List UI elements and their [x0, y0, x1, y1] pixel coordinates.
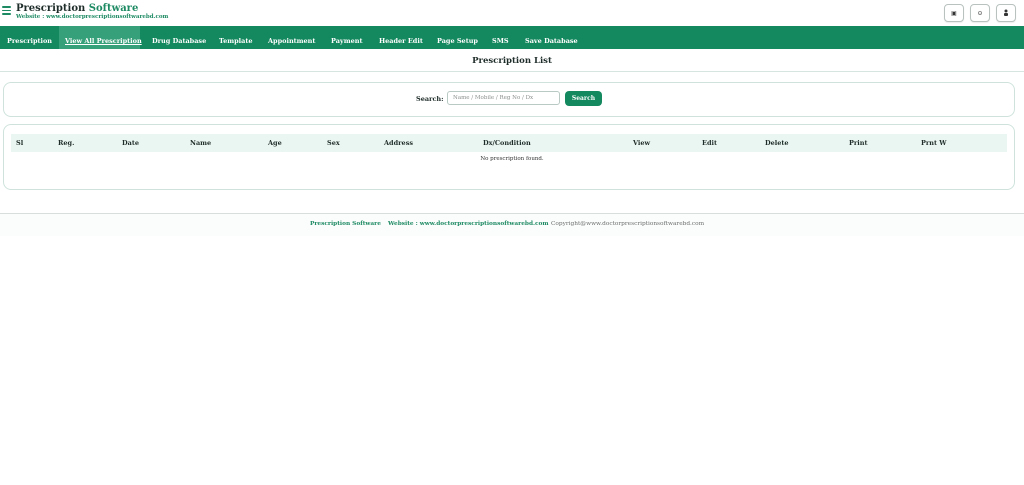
brand-primary: Prescription	[16, 3, 86, 14]
nav-label: Appointment	[268, 37, 316, 45]
column-header-print-w: Prnt W	[921, 139, 947, 147]
nav-label: Drug Database	[152, 37, 207, 45]
column-header-edit: Edit	[702, 139, 717, 147]
nav-sms[interactable]: SMS	[487, 26, 512, 49]
column-header-address: Address	[384, 139, 414, 147]
nav-label: Payment	[331, 37, 363, 45]
settings-button[interactable]: ⊙	[970, 4, 990, 22]
column-header-age: Age	[268, 139, 282, 147]
nav-label: Save Database	[525, 37, 578, 45]
empty-table-message: No prescription found.	[480, 156, 544, 162]
nav-label: Header Edit	[379, 37, 423, 45]
window-icon: ▣	[951, 9, 957, 17]
footer-software-name: Prescription Software	[310, 221, 381, 227]
nav-drug-database[interactable]: Drug Database	[148, 26, 208, 49]
nav-label: Page Setup	[437, 37, 478, 45]
nav-save-database[interactable]: Save Database	[519, 26, 579, 49]
column-header-print: Print	[849, 139, 868, 147]
brand-website: Website : www.doctorprescriptionsoftware…	[16, 14, 169, 20]
search-input[interactable]	[447, 91, 560, 105]
nav-label: Template	[219, 37, 253, 45]
footer-website-link[interactable]: Website : www.doctorprescriptionsoftware…	[388, 221, 549, 227]
column-header-delete: Delete	[765, 139, 789, 147]
nav-page-setup[interactable]: Page Setup	[432, 26, 480, 49]
nav-label: Prescription	[7, 37, 53, 45]
page-title: Prescription List	[472, 56, 552, 66]
user-icon	[1003, 9, 1009, 18]
footer-copyright: Copyright@www.doctorprescriptionsoftware…	[551, 221, 705, 227]
hamburger-menu-icon[interactable]	[2, 6, 11, 15]
search-button[interactable]: Search	[565, 91, 602, 106]
column-header-dx-condition: Dx/Condition	[483, 139, 531, 147]
column-header-sl: Sl	[16, 139, 24, 147]
top-header: Prescription Software Website : www.doct…	[0, 0, 1024, 26]
column-header-date: Date	[122, 139, 139, 147]
brand-accent: Software	[88, 3, 139, 14]
user-button[interactable]	[996, 4, 1016, 22]
nav-label: View All Prescription	[65, 37, 142, 45]
nav-appointment[interactable]: Appointment	[263, 26, 318, 49]
settings-icon: ⊙	[977, 9, 983, 17]
column-header-reg: Reg.	[58, 139, 75, 147]
title-divider	[0, 71, 1024, 72]
main-navbar: Prescription View All Prescription Drug …	[0, 26, 1024, 49]
column-header-sex: Sex	[327, 139, 340, 147]
column-header-name: Name	[190, 139, 212, 147]
nav-label: SMS	[492, 37, 509, 45]
brand-title: Prescription Software	[16, 3, 138, 14]
nav-view-all-prescription[interactable]: View All Prescription	[59, 26, 142, 49]
nav-template[interactable]: Template	[214, 26, 256, 49]
window-button[interactable]: ▣	[944, 4, 964, 22]
column-header-view: View	[633, 139, 651, 147]
search-label: Search:	[416, 95, 444, 103]
nav-payment[interactable]: Payment	[326, 26, 366, 49]
header-actions: ▣ ⊙	[944, 4, 1016, 22]
nav-prescription[interactable]: Prescription	[0, 26, 55, 49]
nav-header-edit[interactable]: Header Edit	[373, 26, 425, 49]
